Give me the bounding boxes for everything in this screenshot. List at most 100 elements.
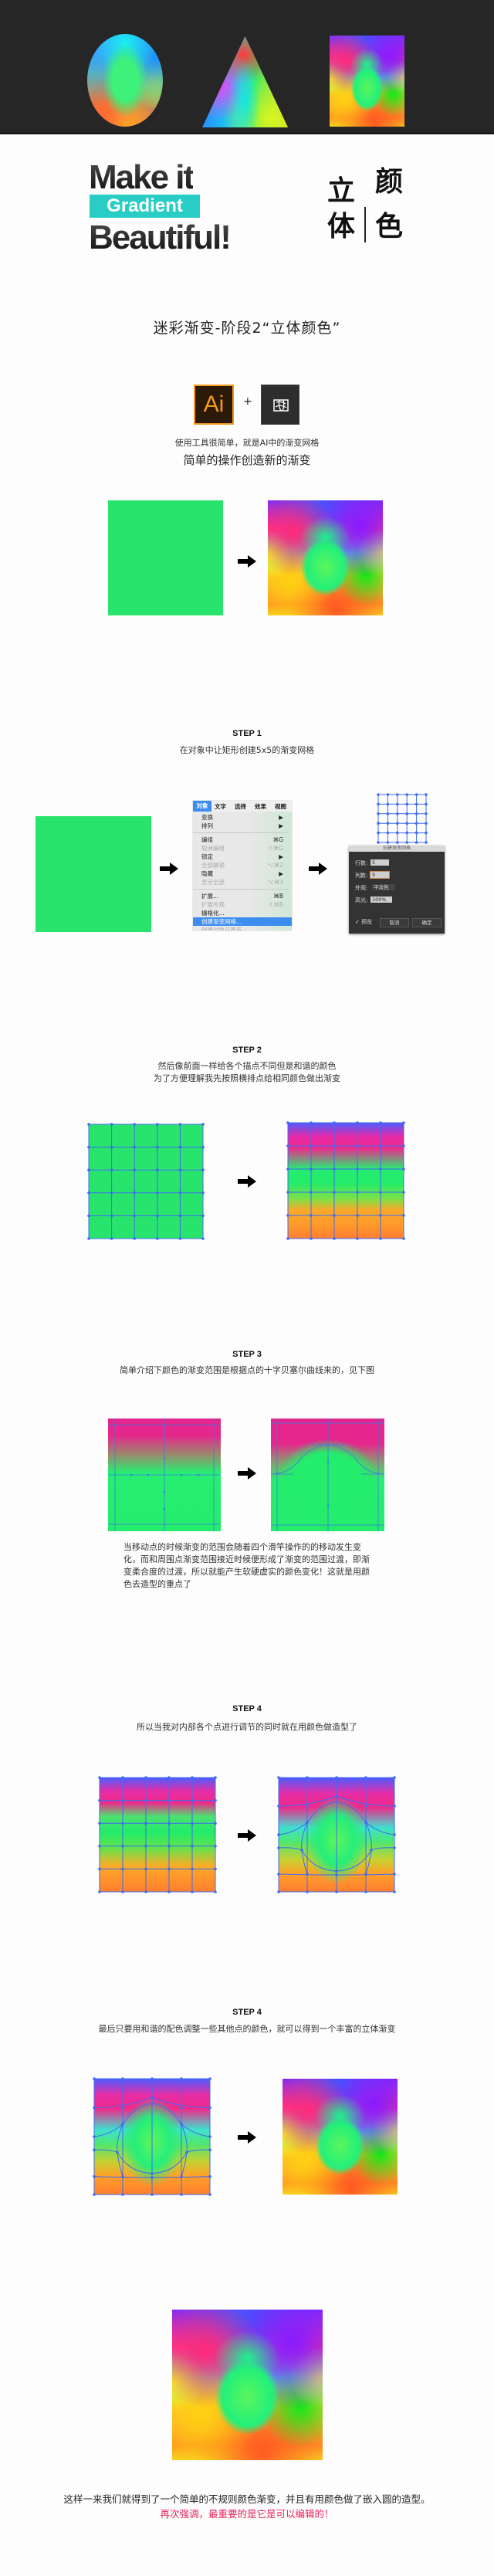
mesh-anchor-point (178, 1145, 182, 1149)
mesh-anchor-point (356, 1214, 359, 1217)
menu-item-label: 取消编组 (201, 845, 225, 852)
mesh-anchor-point (87, 1191, 90, 1195)
cancel-button[interactable]: 取消 (380, 918, 409, 927)
mesh-anchor-point (393, 1805, 396, 1808)
menu-tab-effect[interactable]: 效果 (255, 802, 266, 811)
mesh-anchor-point (208, 2077, 211, 2080)
intro-text-1: 使用工具很简单，就是AI中的渐变网格 (174, 438, 320, 448)
mesh-anchor-point (277, 1873, 280, 1876)
menu-item-create-gradient-mesh[interactable]: 创建渐变网格... (193, 917, 292, 926)
mesh-anchor-point (396, 822, 399, 825)
right-arrow-icon (309, 863, 327, 875)
mesh-anchor-point (208, 2174, 211, 2178)
step-2-desc-2: 为了方便理解我先按照横排点给相同颜色做出渐变 (154, 1073, 340, 1083)
mesh-anchor-point (144, 1845, 147, 1848)
menu-tab-select[interactable]: 选择 (235, 802, 246, 811)
mesh-anchor-point (356, 1121, 359, 1124)
solid-green-square (108, 500, 223, 615)
mesh-anchor-point (386, 812, 390, 815)
mesh-anchor-point (396, 841, 399, 844)
menu-item-label: 全部解锁 (201, 862, 225, 869)
menu-item-label: 扩展外观 (201, 901, 225, 908)
mesh-anchor-point (425, 841, 428, 844)
mesh-anchor-point (379, 1191, 382, 1194)
menu-item-label: 排列 (201, 822, 213, 829)
highlight-input[interactable]: 100% (370, 897, 392, 903)
mesh-anchor-point (356, 1191, 359, 1194)
mesh-anchor-point (277, 1890, 280, 1893)
menu-item-expand[interactable]: 扩展... ⌘B (201, 892, 286, 900)
bezier-handles-overlay (108, 1418, 221, 1531)
mesh-anchor-point (286, 1144, 289, 1147)
mesh-anchor-point (110, 1123, 113, 1126)
appearance-select[interactable]: 平淡色 (372, 884, 395, 890)
mesh-anchor-point (98, 1845, 101, 1848)
mesh-anchor-point (310, 1237, 313, 1240)
menu-item-transform[interactable]: 变换 ▶ (201, 813, 286, 822)
menu-tab-object[interactable]: 对象 (193, 801, 211, 812)
mesh-anchor-point (133, 1168, 136, 1171)
mesh-anchor-point (414, 812, 418, 815)
mesh-anchor-point (393, 1846, 396, 1849)
mesh-anchor-point (93, 2193, 96, 2196)
mesh-anchor-point (144, 1867, 147, 1871)
mesh-anchor-point (333, 1144, 336, 1147)
menu-item-label: 显示全部 (201, 879, 225, 886)
right-arrow-icon (238, 1467, 256, 1480)
step-1-desc: 在对象中让矩形创建5x5的渐变网格 (179, 745, 315, 755)
mesh-gradient-result (268, 500, 383, 615)
mesh-anchor-point (377, 831, 380, 835)
mesh-anchor-point (333, 1237, 336, 1240)
mesh-anchor-point (393, 1833, 396, 1836)
mesh-anchor-point (178, 1123, 182, 1126)
mesh-anchor-point (133, 1191, 136, 1195)
mesh-anchor-point (393, 1776, 396, 1779)
mesh-anchor-point (151, 2175, 154, 2179)
menu-tab-view[interactable]: 视图 (275, 802, 286, 811)
mesh-anchor-point (201, 1123, 205, 1126)
mesh-anchor-point (191, 1798, 194, 1802)
menu-item-hide[interactable]: 隐藏 ▶ (201, 869, 286, 878)
step-5-result (283, 2079, 398, 2195)
mesh-anchor-point (335, 1873, 338, 1876)
mesh-anchor-point (98, 1822, 101, 1825)
mesh-anchor-point (214, 1845, 217, 1848)
mesh-anchor-point (208, 2106, 211, 2110)
gradient-square-image (330, 36, 404, 127)
mesh-anchor-point (121, 2193, 124, 2196)
mesh-anchor-point (93, 2174, 96, 2178)
mesh-anchor-point (393, 1890, 396, 1893)
menu-tab-text[interactable]: 文字 (215, 802, 226, 811)
mesh-anchor-point (405, 841, 408, 844)
mesh-anchor-point (180, 2174, 183, 2178)
menu-item-rasterize[interactable]: 栅格化... (201, 909, 286, 917)
mesh-anchor-point (379, 1214, 382, 1217)
mesh-anchor-point (180, 2106, 183, 2110)
menu-item-group[interactable]: 编组 ⌘G (201, 836, 286, 844)
preview-checkbox[interactable]: ✓ 预览 (355, 918, 372, 926)
mesh-grid-preview (377, 793, 428, 844)
mesh-anchor-point (405, 822, 408, 825)
intro-text-2: 简单的操作创造新的渐变 (183, 453, 311, 467)
mesh-anchor-point (377, 802, 380, 806)
mesh-anchor-point (110, 1191, 113, 1195)
ok-button[interactable]: 确定 (412, 918, 442, 927)
mesh-anchor-point (425, 831, 428, 835)
step-3-label: STEP 3 (232, 1350, 262, 1359)
mesh-anchor-point (370, 1849, 373, 1852)
columns-input[interactable]: 5 (370, 871, 390, 879)
mesh-anchor-point (335, 1795, 338, 1798)
menu-item-label: 创建对象马赛克... (201, 927, 248, 930)
mesh-anchor-point (87, 1145, 90, 1149)
menu-item-label: 创建渐变网格... (201, 918, 242, 925)
mesh-anchor-point (306, 1805, 309, 1808)
mesh-anchor-point (425, 793, 428, 796)
mesh-anchor-point (405, 802, 408, 806)
rows-label: 行数: (355, 860, 368, 866)
mesh-anchor-point (405, 831, 408, 835)
step-5-label: STEP 4 (232, 2008, 262, 2017)
rows-input[interactable]: 5 (370, 859, 389, 866)
cn-title-char: 体 (327, 211, 355, 242)
menu-item-lock[interactable]: 锁定 ▶ (201, 852, 286, 861)
menu-item-arrange[interactable]: 排列 ▶ (201, 822, 286, 830)
